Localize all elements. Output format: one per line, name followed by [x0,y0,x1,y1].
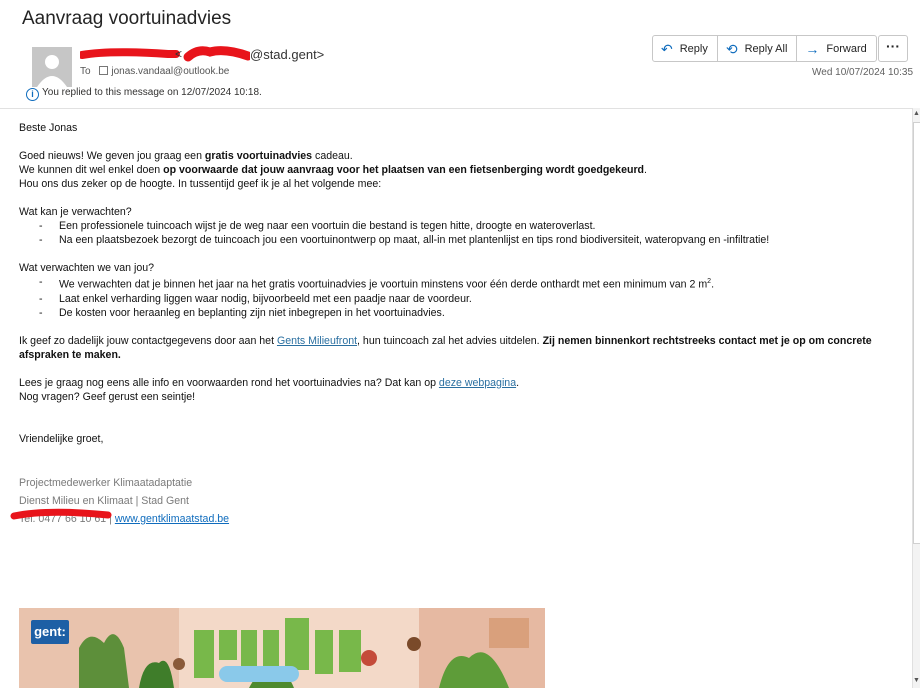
requirements-list: We verwachten dat je binnen het jaar na … [19,275,907,320]
paragraph-6: Nog vragen? Geef gerust een seintje! [19,390,196,403]
webpage-link[interactable]: deze webpagina [439,377,516,389]
reply-label: Reply [679,42,708,55]
paragraph-4: Ik geef zo dadelijk jouw contactgegevens… [19,334,872,361]
signature-redaction-mark [10,508,112,520]
paragraph-5: Lees je graag nog eens alle info en voor… [19,376,520,389]
message-body: Beste Jonas Goed nieuws! We geven jou gr… [19,121,907,528]
forward-icon: → [805,40,820,57]
list-item: Na een plaatsbezoek bezorgt de tuincoach… [19,233,907,247]
reply-all-icon: ⟲ [725,40,738,57]
reply-icon: ↶ [661,40,673,57]
replied-text: You replied to this message on 12/07/202… [42,87,262,98]
heading-requirements: Wat verwachten we van jou? [19,262,155,274]
recipient-line: To jonas.vandaal@outlook.be [80,66,229,77]
redaction-mark: < [80,46,250,62]
recipient-checkbox-icon [99,66,109,75]
email-subject: Aanvraag voortuinadvies [22,8,232,29]
replied-notice: i You replied to this message on 12/07/20… [26,87,262,101]
gent-logo: gent: [31,620,69,644]
expect-list: Een professionele tuincoach wijst je de … [19,219,907,247]
scroll-up-icon[interactable]: ▲ [913,110,920,118]
signature: Projectmedewerker Klimaatadaptatie Diens… [19,474,907,528]
more-actions-button[interactable]: ··· [878,35,908,62]
to-label: To [80,66,91,77]
list-item: Laat enkel verharding liggen waar nodig,… [19,292,907,306]
gents-milieufront-link[interactable]: Gents Milieufront [277,335,357,347]
sender-avatar [32,47,72,87]
list-item: We verwachten dat je binnen het jaar na … [19,275,907,292]
info-icon: i [26,88,39,101]
sender-line[interactable]: < @stad.gent> [80,46,324,62]
forward-label: Forward [826,42,867,55]
heading-expect: Wat kan je verwachten? [19,206,132,218]
gentklimaatstad-link[interactable]: www.gentklimaatstad.be [115,513,229,525]
signature-contact: Tel. 0477 66 10 61 | www.gentklimaatstad… [19,512,230,525]
signature-dept: Dienst Milieu en Klimaat | Stad Gent [19,494,189,507]
closing: Vriendelijke groet, [19,432,104,445]
recipient-address[interactable]: jonas.vandaal@outlook.be [111,66,229,77]
forward-button[interactable]: → Forward [796,35,877,62]
paragraph-2: We kunnen dit wel enkel doen op voorwaar… [19,164,647,176]
signature-role: Projectmedewerker Klimaatadaptatie [19,476,193,489]
header-divider [0,108,920,109]
paragraph-3: Hou ons dus zeker op de hoogte. In tusse… [19,178,382,190]
list-item: Een professionele tuincoach wijst je de … [19,219,907,233]
paragraph-1: Goed nieuws! We geven jou graag een grat… [19,150,353,162]
svg-text:<: < [175,47,182,61]
reply-all-label: Reply All [744,42,788,55]
received-date: Wed 10/07/2024 10:35 [812,67,914,78]
list-item: De kosten voor heraanleg en beplanting z… [19,306,907,320]
campaign-banner-image: gent: [19,608,545,688]
reply-button[interactable]: ↶ Reply [652,35,718,62]
reply-all-button[interactable]: ⟲ Reply All [716,35,798,62]
message-actions: ↶ Reply ⟲ Reply All → Forward [652,35,877,62]
scroll-thumb[interactable] [913,122,920,544]
greeting: Beste Jonas [19,122,78,134]
scroll-down-icon[interactable]: ▼ [913,677,920,685]
sender-email: @stad.gent> [250,47,325,62]
